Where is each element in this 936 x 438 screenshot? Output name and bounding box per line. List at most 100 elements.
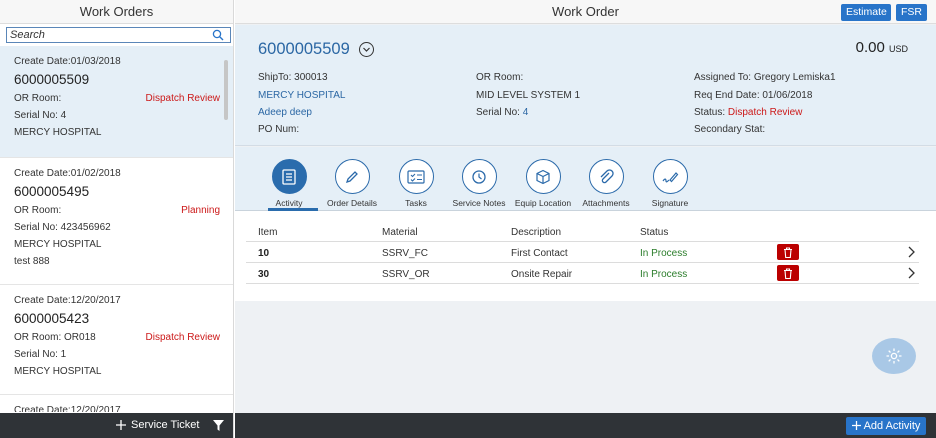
service-ticket-label: Service Ticket bbox=[131, 419, 200, 431]
cube-icon bbox=[525, 159, 561, 194]
detail-title: Work Order bbox=[552, 4, 619, 19]
description: First Contact bbox=[511, 248, 568, 259]
signature-icon bbox=[652, 159, 688, 194]
list-item[interactable]: Create Date:01/03/2018 6000005509 OR Roo… bbox=[0, 46, 233, 158]
material: SSRV_FC bbox=[382, 248, 428, 259]
create-date: Create Date:01/02/2018 bbox=[14, 168, 121, 179]
fsr-button[interactable]: FSR bbox=[896, 4, 927, 21]
tab-label: Signature bbox=[651, 198, 689, 208]
status: Status: Dispatch Review bbox=[694, 107, 803, 118]
tab-label: Order Details bbox=[326, 198, 378, 208]
item-number: 30 bbox=[258, 269, 270, 280]
description: Onsite Repair bbox=[511, 269, 573, 280]
master-title: Work Orders bbox=[0, 0, 233, 24]
tab-order-details[interactable]: Order Details bbox=[317, 159, 387, 208]
search-icon[interactable] bbox=[212, 29, 224, 41]
serial-number: Serial No: 1 bbox=[14, 349, 67, 360]
work-orders-pane: Work Orders Create Date:01/03/2018 60000… bbox=[0, 0, 234, 438]
delete-button[interactable] bbox=[777, 244, 799, 260]
work-order-list: Create Date:01/03/2018 6000005509 OR Roo… bbox=[0, 46, 233, 412]
or-room: OR Room: bbox=[14, 93, 62, 104]
master-footer: Service Ticket bbox=[0, 413, 233, 438]
status: In Process bbox=[640, 248, 688, 259]
order-note: test 888 bbox=[14, 256, 50, 267]
status-badge: Dispatch Review bbox=[145, 332, 220, 343]
table-row[interactable]: 30 SSRV_OR Onsite Repair In Process bbox=[246, 263, 919, 284]
tab-activity[interactable]: Activity bbox=[254, 159, 324, 208]
trash-icon bbox=[784, 246, 792, 258]
list-item[interactable]: Create Date:01/02/2018 6000005495 OR Roo… bbox=[0, 158, 233, 285]
tab-service-notes[interactable]: Service Notes bbox=[444, 159, 514, 208]
chevron-right-icon[interactable] bbox=[906, 245, 916, 259]
tab-label: Tasks bbox=[405, 198, 427, 208]
table-row[interactable]: 10 SSRV_FC First Contact In Process bbox=[246, 242, 919, 263]
icon-tab-bar: Activity Order Details Tasks Service Not… bbox=[235, 147, 936, 211]
tab-label: Service Notes bbox=[452, 198, 506, 208]
create-date: Create Date:12/20/2017 bbox=[14, 295, 121, 306]
ship-to: ShipTo: 300013 bbox=[258, 72, 328, 83]
create-date: Create Date:01/03/2018 bbox=[14, 56, 121, 67]
detail-header-bar: Work Order Estimate FSR bbox=[235, 0, 936, 24]
column-header: Item bbox=[258, 227, 278, 238]
serial-number: Serial No: 4 bbox=[14, 110, 67, 121]
settings-fab[interactable] bbox=[872, 338, 916, 374]
list-item[interactable]: Create Date:12/20/2017 6000005423 OR Roo… bbox=[0, 285, 233, 395]
list-scrollbar[interactable] bbox=[224, 60, 228, 120]
tab-tasks[interactable]: Tasks bbox=[381, 159, 451, 208]
hospital-name: MERCY HOSPITAL bbox=[14, 127, 102, 138]
activity-table: Item Material Description Status 10 SSRV… bbox=[246, 221, 919, 284]
assigned-to: Assigned To: Gregory Lemiska1 bbox=[694, 72, 836, 83]
order-number: 6000005495 bbox=[14, 184, 90, 199]
order-number-title: 6000005509 bbox=[258, 40, 350, 58]
po-number: PO Num: bbox=[258, 124, 300, 135]
plus-icon bbox=[851, 421, 861, 430]
pencil-icon bbox=[334, 159, 370, 194]
filter-icon[interactable] bbox=[213, 420, 224, 431]
item-number: 10 bbox=[258, 248, 270, 259]
tab-label: Attachments bbox=[582, 198, 630, 208]
tab-equip-location[interactable]: Equip Location bbox=[508, 159, 578, 208]
status-badge: Dispatch Review bbox=[145, 93, 220, 104]
contact-link[interactable]: Adeep deep bbox=[258, 107, 312, 118]
tab-label: Equip Location bbox=[514, 198, 572, 208]
add-activity-button[interactable]: Add Activity bbox=[846, 417, 926, 435]
estimate-button[interactable]: Estimate bbox=[841, 4, 891, 21]
gear-icon bbox=[886, 348, 902, 364]
status-badge: Planning bbox=[181, 205, 220, 216]
order-amount: 0.00 USD bbox=[855, 39, 908, 56]
paperclip-icon bbox=[588, 159, 624, 194]
serial-number: Serial No: 4 bbox=[476, 107, 529, 118]
service-ticket-button[interactable]: Service Ticket bbox=[116, 419, 199, 431]
chevron-right-icon[interactable] bbox=[906, 266, 916, 280]
trash-icon bbox=[784, 267, 792, 279]
column-header: Description bbox=[511, 227, 562, 238]
tab-signature[interactable]: Signature bbox=[635, 159, 705, 208]
secondary-status: Secondary Stat: bbox=[694, 124, 766, 135]
activity-icon bbox=[271, 159, 307, 194]
clock-icon bbox=[461, 159, 497, 194]
material: SSRV_OR bbox=[382, 269, 430, 280]
activity-table-area: Item Material Description Status 10 SSRV… bbox=[235, 211, 936, 301]
req-end-date: Req End Date: 01/06/2018 bbox=[694, 90, 813, 101]
tab-attachments[interactable]: Attachments bbox=[571, 159, 641, 208]
detail-footer: Add Activity bbox=[235, 413, 936, 438]
chevron-down-icon[interactable] bbox=[359, 42, 374, 57]
system-name: MID LEVEL SYSTEM 1 bbox=[476, 90, 581, 101]
status-value: Dispatch Review bbox=[727, 107, 803, 118]
currency-unit: USD bbox=[888, 44, 908, 54]
work-order-detail: Work Order Estimate FSR 6000005509 0.00 … bbox=[235, 0, 936, 438]
delete-button[interactable] bbox=[777, 265, 799, 281]
tab-label: Activity bbox=[275, 198, 303, 208]
order-number: 6000005423 bbox=[14, 311, 90, 326]
order-number: 6000005509 bbox=[14, 72, 90, 87]
search-field[interactable] bbox=[6, 27, 231, 43]
create-date: Create Date:12/20/2017 bbox=[14, 405, 121, 412]
status: In Process bbox=[640, 269, 688, 280]
hospital-name: MERCY HOSPITAL bbox=[14, 366, 102, 377]
or-room: OR Room: bbox=[14, 205, 62, 216]
hospital-link[interactable]: MERCY HOSPITAL bbox=[258, 90, 345, 101]
search-input[interactable] bbox=[7, 28, 207, 42]
column-header: Material bbox=[382, 227, 418, 238]
column-header: Status bbox=[640, 227, 669, 238]
list-item[interactable]: Create Date:12/20/2017 bbox=[0, 395, 233, 412]
